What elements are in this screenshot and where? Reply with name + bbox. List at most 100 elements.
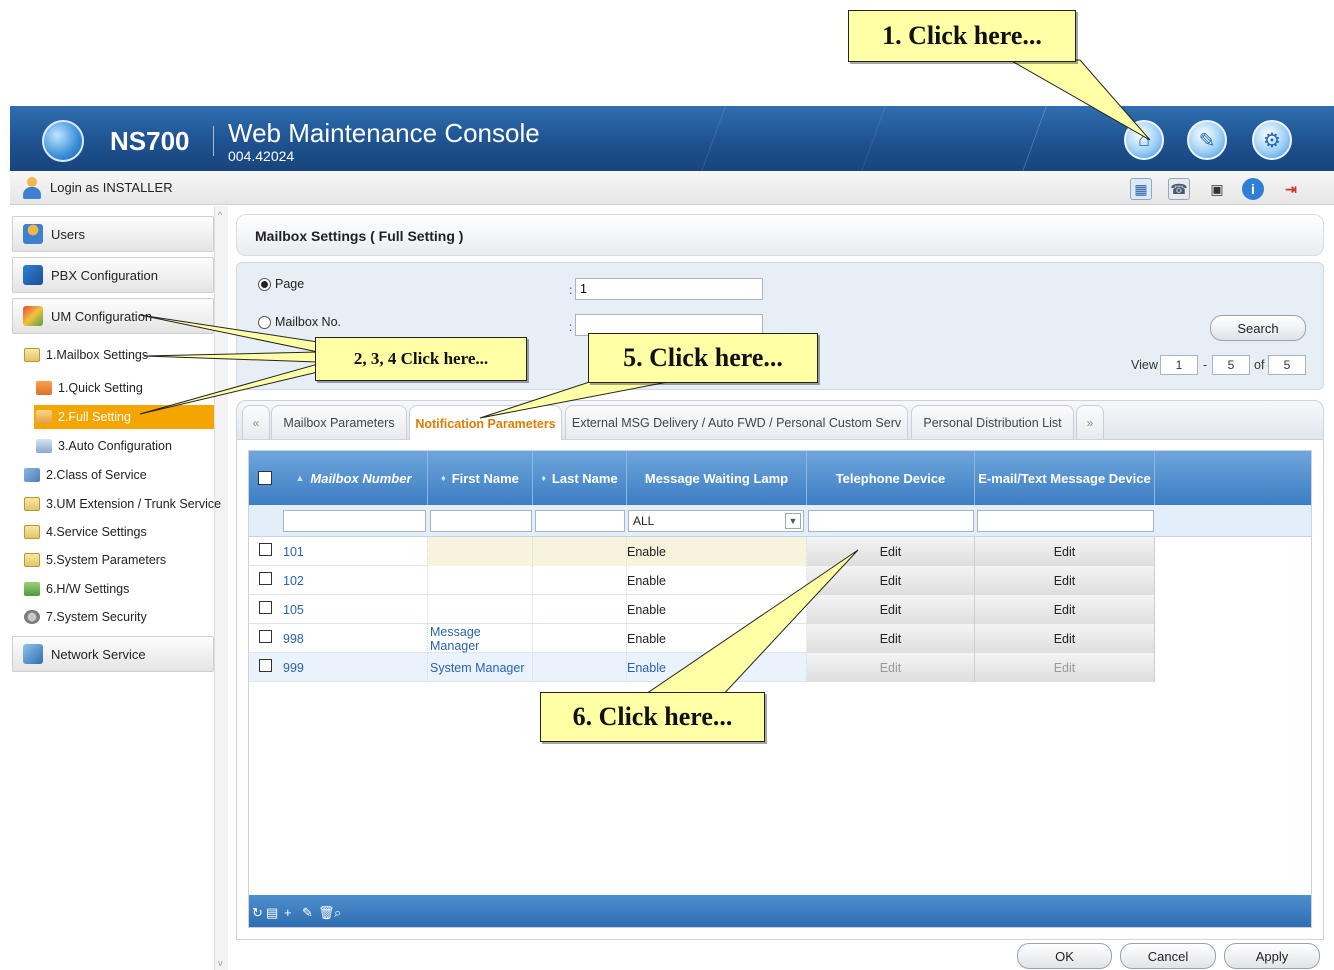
calendar-icon[interactable]: ▦ [1130, 178, 1152, 200]
sidebar-item-um-configuration[interactable]: UM Configuration [12, 298, 214, 334]
row-checkbox[interactable] [259, 572, 272, 585]
brand-name: NS700 [110, 126, 190, 156]
hardware-icon [24, 582, 40, 596]
filter-first-name[interactable] [430, 510, 532, 532]
class-of-service-icon [24, 468, 40, 482]
info-icon[interactable]: i [1242, 178, 1264, 200]
callout-step-5: 5. Click here... [588, 333, 818, 383]
sidebar-scrollbar[interactable]: ^ v [214, 206, 228, 970]
cell-last-name [533, 595, 627, 624]
refresh-icon[interactable]: ↻ [252, 905, 263, 921]
row-checkbox[interactable] [259, 659, 272, 672]
sidebar-item-pbx[interactable]: PBX Configuration [12, 257, 214, 293]
sort-icon: ♦ [541, 473, 546, 483]
tab-personal-distribution-list[interactable]: Personal Distribution List [911, 405, 1074, 439]
col-first-name[interactable]: ♦ First Name [428, 451, 533, 505]
page-radio[interactable]: Page [258, 277, 304, 291]
auto-configuration-icon [36, 439, 52, 453]
callout-step-6: 6. Click here... [540, 692, 765, 742]
cell-mailbox-number[interactable]: 105 [280, 595, 428, 624]
home-icon: ⌂ [1137, 128, 1151, 151]
view-total: 5 [1268, 355, 1306, 375]
tab-notification-parameters[interactable]: Notification Parameters [409, 405, 562, 441]
row-checkbox[interactable] [259, 630, 272, 643]
edit-telephone-button[interactable]: Edit [807, 624, 975, 653]
tree-system-parameters[interactable]: 5.System Parameters [24, 549, 166, 571]
tree-service-settings[interactable]: 4.Service Settings [24, 521, 147, 543]
settings-button[interactable]: ⚙ [1252, 120, 1292, 160]
add-icon[interactable]: + [284, 905, 292, 920]
col-mailbox-number[interactable]: ▲ Mailbox Number [280, 451, 428, 505]
row-checkbox[interactable] [259, 543, 272, 556]
tree-full-setting[interactable]: 2.Full Setting [34, 405, 214, 429]
cell-first-name: System Manager [428, 653, 533, 682]
cancel-button[interactable]: Cancel [1120, 943, 1216, 969]
tree-quick-setting[interactable]: 1.Quick Setting [36, 377, 143, 399]
sidebar-item-network-service[interactable]: Network Service [12, 636, 214, 672]
col-label: Last Name [551, 470, 618, 486]
sidebar-item-label: PBX Configuration [51, 267, 158, 283]
cell-mailbox-number[interactable]: 102 [280, 566, 428, 595]
tree-hw-settings[interactable]: 6.H/W Settings [24, 578, 129, 600]
tree-class-of-service[interactable]: 2.Class of Service [24, 464, 147, 486]
tools-button[interactable]: ✎ [1187, 120, 1227, 160]
sidebar-item-users[interactable]: Users [12, 216, 214, 252]
col-message-waiting-lamp[interactable]: Message Waiting Lamp [627, 451, 807, 505]
home-button[interactable]: ⌂ [1124, 120, 1164, 160]
tree-label: 7.System Security [46, 610, 147, 624]
edit-email-button[interactable]: Edit [975, 624, 1155, 653]
tree-auto-configuration[interactable]: 3.Auto Configuration [36, 435, 172, 457]
tree-mailbox-settings[interactable]: 1.Mailbox Settings [24, 344, 148, 366]
sidebar-item-label: Network Service [51, 646, 146, 662]
edit-telephone-button[interactable]: Edit [807, 537, 975, 566]
logout-icon[interactable]: ⇥ [1280, 178, 1302, 200]
edit-telephone-button[interactable]: Edit [807, 595, 975, 624]
cell-mailbox-number[interactable]: 999 [280, 653, 428, 682]
filter-mailbox-number[interactable] [283, 510, 426, 532]
tab-mailbox-parameters[interactable]: Mailbox Parameters [271, 405, 407, 439]
row-checkbox[interactable] [259, 601, 272, 614]
cell-mailbox-number[interactable]: 998 [280, 624, 428, 653]
page-title: Mailbox Settings ( Full Setting ) [255, 228, 464, 244]
copy-icon[interactable]: ▤ [266, 905, 278, 921]
colon-label: : [569, 320, 573, 334]
edit-telephone-button[interactable]: Edit [807, 566, 975, 595]
tab-prev-button[interactable]: « [242, 405, 270, 439]
edit-email-button[interactable]: Edit [975, 537, 1155, 566]
filter-email-device[interactable] [977, 510, 1154, 532]
page-input[interactable] [575, 278, 763, 300]
cell-first-name [428, 566, 533, 595]
tab-external-msg-delivery[interactable]: External MSG Delivery / Auto FWD / Perso… [565, 405, 908, 439]
edit-email-button[interactable]: Edit [975, 595, 1155, 624]
filter-telephone-device[interactable] [808, 510, 974, 532]
filter-last-name[interactable] [535, 510, 625, 532]
view-of-label: of [1254, 358, 1265, 372]
cell-mailbox-number[interactable]: 101 [280, 537, 428, 566]
tab-next-button[interactable]: » [1076, 405, 1104, 439]
pbx-icon [23, 265, 43, 285]
edit-email-button[interactable]: Edit [975, 566, 1155, 595]
col-last-name[interactable]: ♦ Last Name [533, 451, 627, 505]
tree-system-security[interactable]: 7.System Security [24, 606, 147, 628]
delete-icon[interactable]: 🗑 [318, 905, 335, 921]
view-from-input[interactable]: 1 [1160, 355, 1198, 375]
chevron-down-icon: ▼ [785, 513, 801, 529]
folder-icon [24, 553, 40, 567]
col-email-text-device[interactable]: E-mail/Text Message Device [975, 451, 1155, 505]
search-icon[interactable]: ⌕ [334, 905, 341, 921]
phone-icon[interactable]: ☎ [1168, 178, 1190, 200]
apply-button[interactable]: Apply [1224, 943, 1320, 969]
save-icon[interactable]: ▣ [1206, 178, 1228, 200]
tree-label: 1.Mailbox Settings [46, 348, 149, 362]
edit-icon[interactable]: ✎ [302, 905, 313, 921]
select-all-checkbox[interactable] [258, 471, 272, 485]
ok-button[interactable]: OK [1017, 943, 1112, 969]
tree-label: 1.Quick Setting [58, 381, 143, 395]
mailbox-radio[interactable]: Mailbox No. [258, 315, 341, 329]
search-button[interactable]: Search [1210, 315, 1306, 341]
col-telephone-device[interactable]: Telephone Device [807, 451, 975, 505]
globe-logo-icon [42, 120, 84, 162]
tree-um-extension[interactable]: 3.UM Extension / Trunk Service [24, 493, 221, 515]
view-to-input[interactable]: 5 [1212, 355, 1250, 375]
filter-lamp-select[interactable]: ALL ▼ [628, 510, 804, 532]
